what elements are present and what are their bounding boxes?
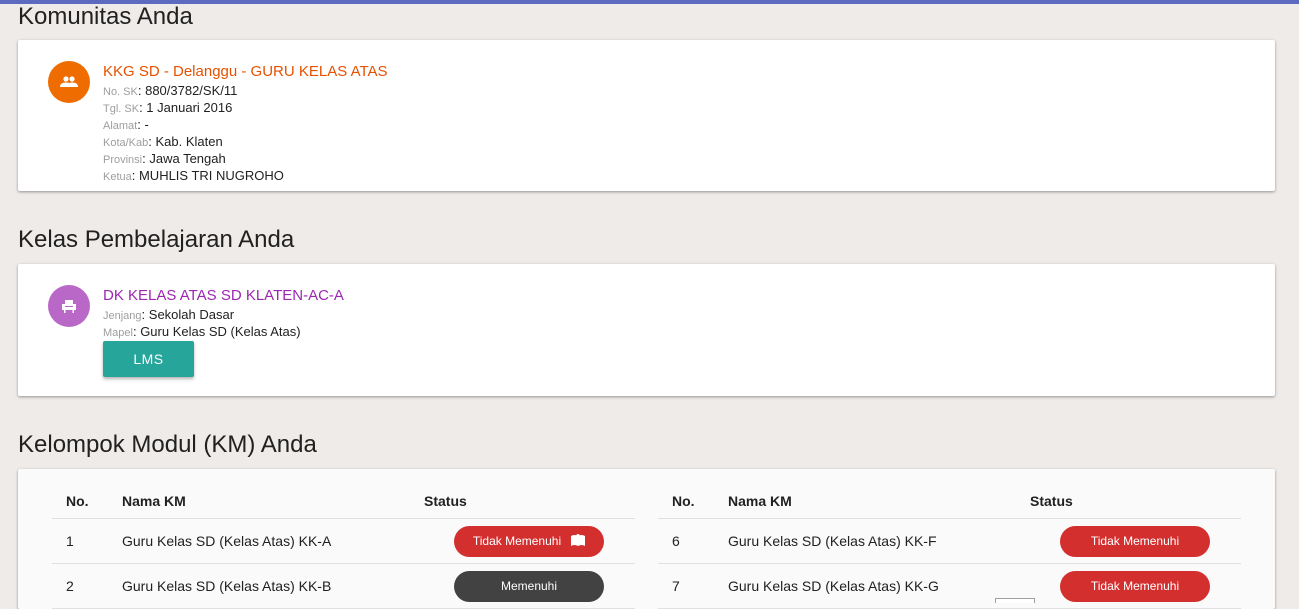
book-icon <box>571 533 586 549</box>
community-info: KKG SD - Delanggu - GURU KELAS ATAS No. … <box>103 63 388 185</box>
status-button[interactable]: Tidak Memenuhi <box>1060 525 1210 557</box>
table-header-row: No. Nama KM Status <box>658 484 1241 519</box>
row-number: 2 <box>52 563 121 609</box>
info-field-row: Jenjang: Sekolah Dasar <box>103 307 344 324</box>
table-row: 7 Guru Kelas SD (Kelas Atas) KK-G Tidak Me… <box>658 563 1241 609</box>
field-label: Provinsi <box>103 154 143 166</box>
field-label: Tgl. SK <box>103 103 140 115</box>
field-value: : Jawa Tengah <box>142 151 226 166</box>
status-button[interactable]: Tidak Memenuhi <box>454 525 604 557</box>
lms-button[interactable]: LMS <box>103 341 194 377</box>
modules-table-left-body: 1 Guru Kelas SD (Kelas Atas) KK-A Tidak Me… <box>52 518 635 609</box>
field-value: : Guru Kelas SD (Kelas Atas) <box>132 324 301 339</box>
community-fields: No. SK: 880/3782/SK/11 Tgl. SK: 1 Januari… <box>103 83 388 185</box>
modules-card: No. Nama KM Status 1 Guru Kelas SD (Kelas… <box>18 469 1275 609</box>
status-label: Memenuhi <box>500 579 558 593</box>
field-label: Mapel <box>103 327 133 339</box>
info-field-row: Mapel: Guru Kelas SD (Kelas Atas) <box>103 324 344 341</box>
module-name: Guru Kelas SD (Kelas Atas) KK-F <box>727 518 1029 564</box>
info-field-row: Kota/Kab: Kab. Klaten <box>103 134 388 151</box>
info-field-row: Ketua: MUHLIS TRI NUGROHO <box>103 168 388 185</box>
class-name[interactable]: DK KELAS ATAS SD KLATEN-AC-A <box>103 287 344 305</box>
group-icon <box>48 61 90 103</box>
module-name: Guru Kelas SD (Kelas Atas) KK-A <box>121 518 423 564</box>
header-no: No. <box>52 484 121 519</box>
community-card: KKG SD - Delanggu - GURU KELAS ATAS No. … <box>18 40 1275 191</box>
module-name: Guru Kelas SD (Kelas Atas) KK-B <box>121 563 423 609</box>
modules-table-left: No. Nama KM Status 1 Guru Kelas SD (Kelas… <box>52 484 635 609</box>
row-number: 7 <box>658 563 727 609</box>
field-value: : 1 Januari 2016 <box>139 100 233 115</box>
module-name: Guru Kelas SD (Kelas Atas) KK-G <box>727 563 1029 609</box>
status-cell: Tidak Memenuhi <box>1029 563 1241 609</box>
status-cell: Tidak Memenuhi <box>423 518 635 564</box>
class-fields: Jenjang: Sekolah Dasar Mapel: Guru Kelas … <box>103 307 344 341</box>
header-status: Status <box>1029 484 1241 519</box>
modules-table-right: No. Nama KM Status 6 Guru Kelas SD (Kelas… <box>658 484 1241 609</box>
modules-table-right-body: 6 Guru Kelas SD (Kelas Atas) KK-F Tidak Me… <box>658 518 1241 609</box>
modules-section-title: Kelompok Modul (KM) Anda <box>18 431 317 458</box>
table-row: 2 Guru Kelas SD (Kelas Atas) KK-B Memenuhi <box>52 563 635 609</box>
field-value: : MUHLIS TRI NUGROHO <box>131 168 284 183</box>
field-value: : 880/3782/SK/11 <box>137 83 238 98</box>
status-label: Tidak Memenuhi <box>1090 579 1180 593</box>
status-cell: Memenuhi <box>423 563 635 609</box>
info-field-row: Provinsi: Jawa Tengah <box>103 151 388 168</box>
chair-icon <box>48 285 90 327</box>
table-header-row: No. Nama KM Status <box>52 484 635 519</box>
field-label: No. SK <box>103 86 138 98</box>
class-info: DK KELAS ATAS SD KLATEN-AC-A Jenjang: Se… <box>103 287 344 341</box>
field-label: Jenjang <box>103 310 142 322</box>
status-label: Tidak Memenuhi <box>1090 534 1180 548</box>
field-label: Ketua <box>103 171 132 183</box>
community-section-title: Komunitas Anda <box>18 3 193 30</box>
info-field-row: Alamat: - <box>103 117 388 134</box>
table-row: 6 Guru Kelas SD (Kelas Atas) KK-F Tidak Me… <box>658 518 1241 564</box>
field-value: : Sekolah Dasar <box>141 307 235 322</box>
header-no: No. <box>658 484 727 519</box>
row-number: 6 <box>658 518 727 564</box>
status-cell: Tidak Memenuhi <box>1029 518 1241 564</box>
class-section-title: Kelas Pembelajaran Anda <box>18 226 295 253</box>
header-name: Nama KM <box>121 484 423 519</box>
class-card: DK KELAS ATAS SD KLATEN-AC-A Jenjang: Se… <box>18 264 1275 396</box>
status-label: Tidak Memenuhi <box>472 534 562 548</box>
field-label: Kota/Kab <box>103 137 149 149</box>
row-number: 1 <box>52 518 121 564</box>
info-field-row: No. SK: 880/3782/SK/11 <box>103 83 388 100</box>
header-name: Nama KM <box>727 484 1029 519</box>
info-field-row: Tgl. SK: 1 Januari 2016 <box>103 100 388 117</box>
field-value: : Kab. Klaten <box>148 134 223 149</box>
top-accent-bar <box>0 0 1299 4</box>
community-name[interactable]: KKG SD - Delanggu - GURU KELAS ATAS <box>103 63 388 81</box>
status-button[interactable]: Memenuhi <box>454 570 604 602</box>
field-label: Alamat <box>103 120 138 132</box>
table-row: 1 Guru Kelas SD (Kelas Atas) KK-A Tidak Me… <box>52 518 635 564</box>
header-status: Status <box>423 484 635 519</box>
status-button[interactable]: Tidak Memenuhi <box>1060 570 1210 602</box>
field-value: : - <box>137 117 149 132</box>
